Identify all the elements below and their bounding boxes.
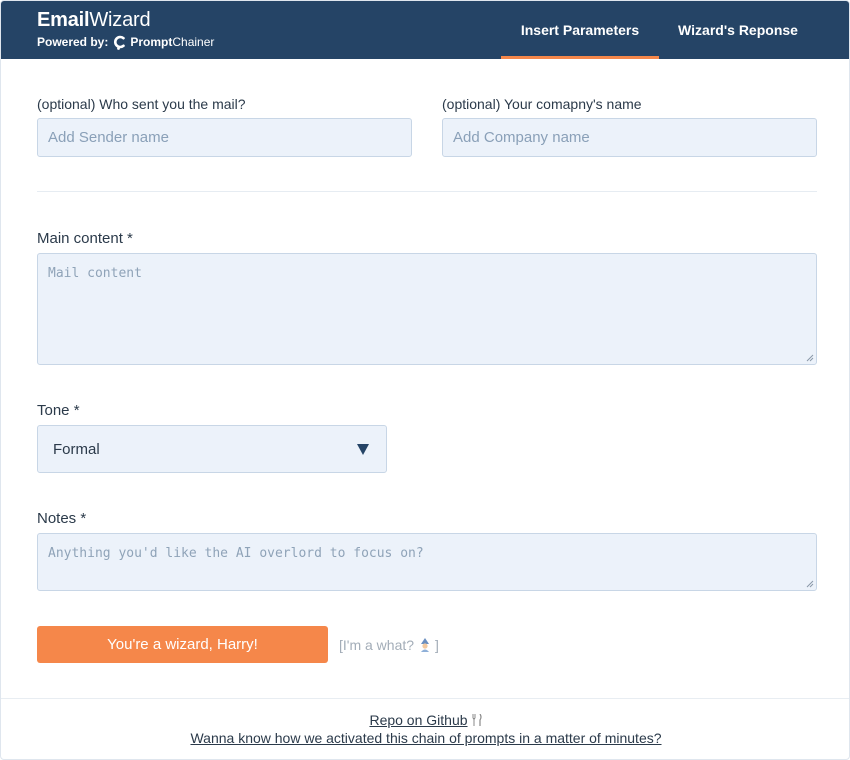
- wizard-hint: [I'm a what? ]: [339, 637, 439, 653]
- notes-label: Notes *: [37, 510, 87, 527]
- repo-link[interactable]: Repo on Github: [1, 712, 849, 728]
- wizard-icon: [421, 638, 430, 652]
- promptchainer-name-bold: Prompt: [130, 35, 173, 49]
- tone-selected-value: Formal: [53, 440, 100, 458]
- submit-button[interactable]: You're a wizard, Harry!: [37, 626, 328, 663]
- sender-label: (optional) Who sent you the mail?: [37, 96, 246, 112]
- section-divider: [37, 191, 817, 192]
- header-bar: EmailWizard Powered by: PromptChainer In…: [1, 1, 849, 59]
- powered-by: Powered by: PromptChainer: [37, 34, 214, 50]
- wizard-hint-close: ]: [435, 637, 439, 653]
- app-title-bold: Email: [37, 9, 90, 31]
- company-input[interactable]: Add Company name: [442, 118, 817, 157]
- content-textarea[interactable]: Mail content: [37, 253, 817, 365]
- notes-textarea[interactable]: Anything you'd like the AI overlord to f…: [37, 533, 817, 591]
- wizard-hint-text: [I'm a what?: [339, 637, 415, 653]
- promptchainer-name-regular: Chainer: [172, 35, 215, 49]
- tab-bar: Insert Parameters Wizard's Reponse: [501, 1, 849, 59]
- app-title: EmailWizard: [37, 9, 151, 31]
- company-label: (optional) Your comapny's name: [442, 96, 642, 112]
- promptchainer-name: PromptChainer: [130, 35, 214, 49]
- repo-link-text: Repo on Github: [369, 712, 468, 728]
- tone-select[interactable]: Formal: [37, 425, 387, 473]
- fork-icon: [472, 714, 482, 726]
- resize-handle-icon[interactable]: [806, 354, 814, 362]
- brand: EmailWizard Powered by: PromptChainer: [37, 9, 214, 50]
- chain-info-link[interactable]: Wanna know how we activated this chain o…: [1, 730, 849, 746]
- dropdown-arrow-icon: [357, 444, 369, 455]
- app-window: EmailWizard Powered by: PromptChainer In…: [0, 0, 850, 760]
- app-title-regular: Wizard: [89, 9, 151, 31]
- tab-wizards-response[interactable]: Wizard's Reponse: [659, 1, 817, 59]
- notes-placeholder: Anything you'd like the AI overlord to f…: [48, 546, 424, 561]
- sender-input[interactable]: Add Sender name: [37, 118, 412, 157]
- tab-insert-parameters[interactable]: Insert Parameters: [501, 1, 659, 59]
- footer: Repo on Github Wanna know how we activat…: [1, 698, 849, 759]
- content-label: Main content *: [37, 230, 133, 247]
- content-placeholder: Mail content: [48, 266, 142, 281]
- powered-by-label: Powered by:: [37, 35, 109, 49]
- resize-handle-icon[interactable]: [806, 580, 814, 588]
- tone-label: Tone *: [37, 402, 80, 419]
- promptchainer-logo[interactable]: PromptChainer: [113, 34, 214, 50]
- promptchainer-logo-icon: [114, 35, 126, 50]
